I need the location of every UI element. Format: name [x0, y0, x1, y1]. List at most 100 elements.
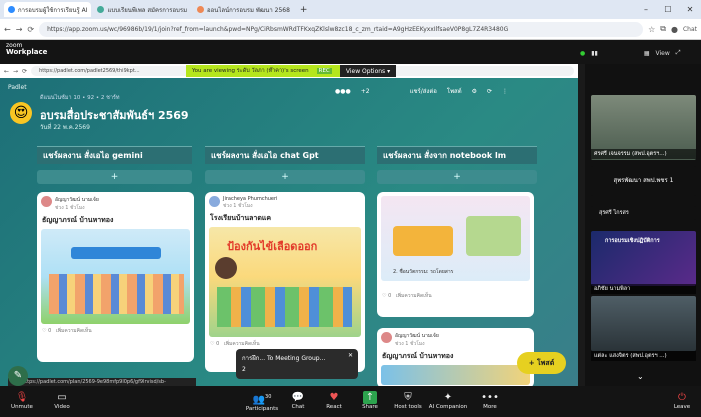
page-favicon-icon [97, 6, 105, 13]
minimize-icon[interactable]: – [635, 0, 657, 19]
post-image[interactable] [41, 229, 190, 324]
chat-button[interactable]: Chat [683, 26, 697, 33]
post-image[interactable]: 2. ชื่อนวัตกรรม: รถโดยสาร [381, 196, 530, 281]
reload-icon[interactable]: ⟳ [27, 25, 34, 34]
post-title: โรงเรียนบ้านลาดแค [210, 214, 272, 222]
scroll-down-icon[interactable]: ⌄ [637, 372, 644, 381]
post-author: อัญญาวัฒน์ นามเจ้ย ช่วง 1 ชั่วโมง [37, 192, 194, 212]
chat-notification-popup[interactable]: การฝึก... To Meeting Group... 2 ✕ [236, 349, 358, 379]
avatar [381, 332, 392, 343]
post-card[interactable]: 2. ชื่อนวัตกรรม: รถโดยสาร ♡ 0 เพิ่มความค… [377, 192, 534, 317]
participant-name: สุรศรี ไกรสร [599, 210, 629, 216]
participant-name: สุพรพัฒนา สพป.พชร 1 [613, 177, 674, 184]
avatar [209, 196, 220, 207]
browser-address-bar: ← → ⟳ https://app.zoom.us/wc/96986b/19/1… [0, 19, 701, 40]
participant-tile[interactable]: สุรศรี ไกรสร [591, 206, 696, 220]
host-tools-button[interactable]: ⛨ Host tools [388, 391, 428, 410]
video-camera-icon: ▭ [57, 392, 67, 403]
board-subtitle: วันที่ 22 พ.ค.2569 [40, 124, 90, 131]
participant-tile[interactable] [591, 296, 696, 351]
illustration-figures [49, 274, 184, 314]
browser-tab-1[interactable]: การอบรมผู้ใช้การเรียนรู้ AI [4, 2, 92, 17]
tile-banner: การอบรมเชิงปฏิบัติการ [605, 238, 660, 244]
back-icon[interactable]: ← [4, 25, 11, 34]
post-author: อัญญาวัฒน์ นามเจ้ย ช่วง 1 ชั่วโมง [377, 328, 534, 348]
forward-icon[interactable]: → [16, 25, 23, 34]
ai-companion-button[interactable]: ✦ AI Companion [424, 391, 472, 410]
share-arrow-icon: ↑ [363, 391, 377, 404]
zoom-favicon-icon [8, 6, 15, 13]
shared-screen: ← → ⟳ https://padlet.com/padlet2569/thi9… [0, 64, 578, 386]
column-header-chatgpt[interactable]: แชร์ผลงาน สั่งเอไอ chat Gpt [205, 146, 365, 164]
settings-icon[interactable]: ⚙ [472, 88, 477, 95]
sparkle-icon: ✦ [443, 392, 453, 403]
add-post-button[interactable]: + [37, 170, 192, 184]
fullscreen-icon[interactable]: ⤢ [676, 49, 681, 57]
padlet-brand[interactable]: Padlet [8, 84, 27, 91]
back-icon: ← [4, 67, 10, 75]
signal-icon: ▮▮ [591, 49, 598, 57]
browser-tab-3[interactable]: ออนไลน์การอบรม พัฒนา 2568 [193, 2, 294, 17]
post-button[interactable]: โพสต์ [447, 86, 462, 96]
map-illustration [466, 216, 521, 256]
video-button[interactable]: ▭ Video [42, 391, 82, 410]
post-card[interactable]: อัญญาวัฒน์ นามเจ้ย ช่วง 1 ชั่วโมง ธัญญาภร… [377, 328, 534, 386]
post-title: ธัญญาภรณ์ บ้านหาทอง [382, 352, 454, 360]
more-button[interactable]: ••• More [470, 391, 510, 410]
extensions-icon[interactable]: ⧉ [660, 24, 666, 34]
column-header-gemini[interactable]: แชร์ผลงาน สั่งเอไอ gemini [37, 146, 192, 164]
post-title: ธัญญาภรณ์ บ้านหาทอง [42, 216, 114, 224]
post-image[interactable]: ป้องกันไข้เลือดออก [209, 227, 361, 337]
participant-name: อภิชัย นามพิลา [591, 284, 696, 294]
edit-pencil-icon[interactable]: ✎ [8, 366, 28, 386]
post-card[interactable]: อัญญาวัฒน์ นามเจ้ย ช่วง 1 ชั่วโมง ธัญญาภร… [37, 192, 194, 362]
leave-button[interactable]: ⏻ Leave [664, 391, 700, 410]
browser-tab-2[interactable]: แบบเรียนพีเพล สมัครการอบรม [93, 2, 191, 17]
add-post-button[interactable]: + [205, 170, 365, 184]
participant-tile[interactable]: การอบรมเชิงปฏิบัติการ [591, 231, 696, 286]
more-dots-icon: ••• [481, 392, 499, 403]
close-icon[interactable]: ✕ [679, 0, 701, 19]
poster-heading: ป้องกันไข้เลือดออก [227, 240, 318, 253]
padlet-meta: ดีแนนไนซ์มา 10 • 92 • 2 ชาร์ท [40, 95, 120, 101]
illustration-figures [217, 287, 352, 327]
share-button[interactable]: ↑ Share [350, 391, 390, 410]
board-emoji-icon: 😍 [10, 102, 32, 124]
participant-panel: ศรศรี เจนจรรม (สพป.อุตรฯ...) สุพรพัฒนา ส… [585, 64, 701, 386]
profile-icon[interactable]: ● [671, 25, 678, 34]
page-favicon-icon [197, 6, 205, 13]
zoom-top-right: ● ▮▮ ▦ View ⤢ [580, 46, 701, 60]
column-header-notebooklm[interactable]: แชร์ผลงาน สั่งจาก notebook lm [377, 146, 537, 164]
star-icon[interactable]: ☆ [648, 25, 655, 34]
share-button[interactable]: แชร์/ส่งต่อ [410, 86, 437, 96]
collaborator-count: +2 [360, 87, 370, 95]
bus-illustration [393, 226, 453, 256]
more-icon[interactable]: ⋮ [502, 88, 508, 95]
forward-icon: → [13, 67, 19, 75]
new-tab-button[interactable]: + [296, 2, 312, 17]
maximize-icon[interactable]: ☐ [657, 0, 679, 19]
url-input[interactable]: https://app.zoom.us/wc/96986b/19/1/join?… [39, 21, 644, 37]
react-button[interactable]: ♥ React [314, 391, 354, 410]
chat-button[interactable]: 💬 Chat [278, 391, 318, 410]
post-author: Jiracheya Phumchueri ช่วง 1 ชั่วโมง [205, 192, 365, 210]
post-image[interactable] [381, 365, 530, 385]
refresh-icon[interactable]: ⟳ [487, 88, 492, 95]
microphone-muted-icon: 🎙 [15, 392, 29, 403]
add-post-fab[interactable]: + โพสต์ [517, 352, 566, 374]
view-icon: ▦ [643, 49, 650, 57]
add-post-button[interactable]: + [377, 170, 537, 184]
participant-tile[interactable]: สุพรพัฒนา สพป.พชร 1 [591, 166, 696, 196]
avatar [41, 196, 52, 207]
zoom-logo: zoom Workplace [6, 42, 48, 56]
collaborator-avatars[interactable]: ●●● [335, 88, 351, 95]
heart-icon: ♥ [329, 392, 339, 403]
padlet-toolbar: ●●● +2 แชร์/ส่งต่อ โพสต์ ⚙ ⟳ ⋮ [335, 86, 508, 96]
close-icon[interactable]: ✕ [348, 352, 353, 359]
unmute-button[interactable]: 🎙 Unmute [2, 391, 42, 410]
reload-icon: ⟳ [22, 67, 28, 75]
view-options-button[interactable]: View Options ▾ [340, 65, 396, 77]
post-card[interactable]: Jiracheya Phumchueri ช่วง 1 ชั่วโมง โรงเร… [205, 192, 365, 372]
rec-badge: REC [316, 68, 332, 74]
view-button[interactable]: View [656, 50, 670, 57]
